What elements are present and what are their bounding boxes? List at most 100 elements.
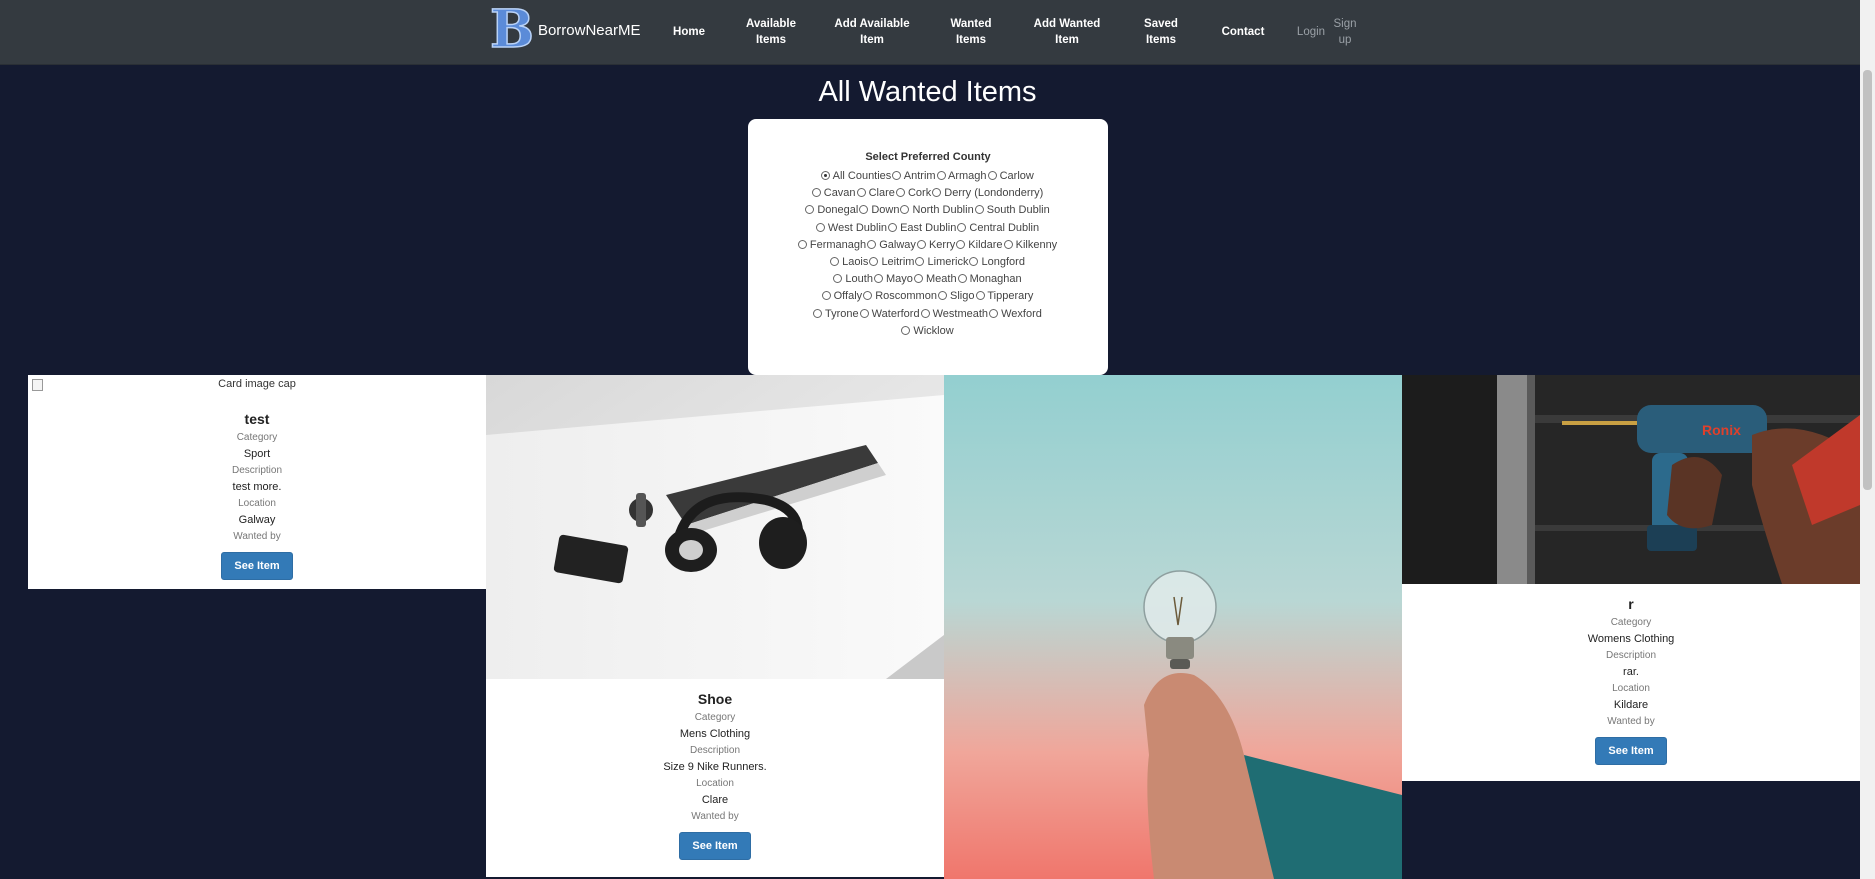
nav-available-items[interactable]: Available Items <box>738 0 804 64</box>
county-option[interactable]: East Dublin <box>888 222 956 234</box>
county-radio[interactable] <box>797 239 807 249</box>
nav-contact[interactable]: Contact <box>1218 0 1268 64</box>
county-option[interactable]: Derry (Londonderry) <box>932 187 1043 199</box>
scrollbar-thumb[interactable] <box>1863 70 1872 490</box>
county-radio[interactable] <box>815 222 825 232</box>
county-option[interactable]: Kilkenny <box>1003 239 1057 251</box>
county-radio[interactable] <box>873 274 883 284</box>
county-option[interactable]: Central Dublin <box>957 222 1039 234</box>
county-option[interactable]: Fermanagh <box>797 239 866 251</box>
county-option[interactable]: All Counties <box>821 170 891 182</box>
county-radio[interactable] <box>805 205 815 215</box>
county-radio[interactable] <box>888 222 898 232</box>
county-option[interactable]: Monaghan <box>957 273 1022 285</box>
see-item-button[interactable]: See Item <box>679 832 751 860</box>
county-radio[interactable] <box>957 222 967 232</box>
county-option[interactable]: Kerry <box>916 239 955 251</box>
nav-wanted-items[interactable]: Wanted Items <box>946 0 996 64</box>
county-radio[interactable] <box>895 188 905 198</box>
county-option[interactable]: Westmeath <box>920 308 988 320</box>
county-radio[interactable] <box>869 257 879 266</box>
nav-home[interactable]: Home <box>668 0 710 64</box>
county-option[interactable]: Louth <box>833 273 873 285</box>
county-radio[interactable] <box>989 308 999 318</box>
county-radio[interactable] <box>975 291 985 301</box>
county-label: Offaly <box>833 290 863 303</box>
card-location: Kildare <box>1613 699 1649 711</box>
county-radio[interactable] <box>811 188 821 198</box>
county-radio[interactable] <box>936 171 946 180</box>
county-option[interactable]: Donegal <box>805 204 858 216</box>
county-label: Roscommon <box>875 290 937 303</box>
county-filter: Select Preferred County All Counties Ant… <box>748 119 1108 375</box>
brand-name[interactable]: BorrowNearME <box>538 22 641 39</box>
county-radio[interactable] <box>956 239 966 249</box>
see-item-button[interactable]: See Item <box>1595 737 1667 765</box>
county-radio[interactable] <box>821 171 831 180</box>
county-option[interactable]: Down <box>859 204 899 216</box>
county-radio[interactable] <box>859 205 869 215</box>
county-radio[interactable] <box>859 308 869 318</box>
county-option[interactable]: North Dublin <box>900 204 974 216</box>
county-option[interactable]: Waterford <box>859 307 920 320</box>
county-radio[interactable] <box>913 274 923 284</box>
county-option[interactable]: Antrim <box>892 170 936 182</box>
county-option[interactable]: West Dublin <box>815 222 887 234</box>
county-option[interactable]: Laois <box>830 256 868 268</box>
county-option[interactable]: Galway <box>867 239 916 251</box>
county-radio[interactable] <box>813 308 823 318</box>
see-item-button[interactable]: See Item <box>221 552 293 580</box>
county-radio[interactable] <box>830 257 840 266</box>
county-option[interactable]: Sligo <box>937 290 975 302</box>
page-scrollbar[interactable] <box>1860 0 1875 879</box>
nav-add-wanted-item[interactable]: Add Wanted Item <box>1030 0 1104 64</box>
county-option[interactable]: Leitrim <box>869 256 914 268</box>
county-radio[interactable] <box>957 274 967 284</box>
county-radio[interactable] <box>932 188 942 198</box>
county-radio[interactable] <box>833 274 843 284</box>
county-option[interactable]: Wexford <box>989 308 1042 320</box>
nav-add-available-item[interactable]: Add Available Item <box>832 0 912 64</box>
nav-signup[interactable]: Sign up <box>1332 0 1358 64</box>
county-option[interactable]: Tyrone <box>813 308 859 320</box>
county-option[interactable]: South Dublin <box>974 204 1050 216</box>
county-radio[interactable] <box>969 257 979 266</box>
county-option[interactable]: Kildare <box>956 238 1003 251</box>
county-option[interactable]: Limerick <box>915 256 968 268</box>
county-radio[interactable] <box>856 188 866 198</box>
county-radio[interactable] <box>821 291 831 301</box>
svg-text:Ronix: Ronix <box>1702 422 1741 438</box>
county-row: Wicklow <box>748 325 1108 337</box>
county-radio[interactable] <box>920 308 930 318</box>
county-radio[interactable] <box>900 205 910 215</box>
county-option[interactable]: Cork <box>895 187 931 199</box>
county-radio[interactable] <box>974 205 984 215</box>
county-option[interactable]: Cavan <box>811 187 856 199</box>
county-option[interactable]: Armagh <box>936 170 987 182</box>
county-radio[interactable] <box>937 291 947 301</box>
county-label: Kildare <box>968 238 1003 251</box>
county-radio[interactable] <box>892 171 902 180</box>
county-option[interactable]: Clare <box>856 187 895 199</box>
county-option[interactable]: Carlow <box>987 170 1034 182</box>
nav-saved-items[interactable]: Saved Items <box>1138 0 1184 64</box>
county-option[interactable]: Tipperary <box>975 290 1033 302</box>
county-filter-title: Select Preferred County <box>865 151 991 163</box>
county-radio[interactable] <box>915 257 925 266</box>
county-option[interactable]: Meath <box>913 273 957 285</box>
county-radio[interactable] <box>901 325 911 335</box>
county-option[interactable]: Roscommon <box>863 290 937 302</box>
brand[interactable]: B BorrowNearME <box>489 3 641 57</box>
nav-login[interactable]: Login <box>1294 0 1328 64</box>
county-option[interactable]: Longford <box>969 256 1025 268</box>
county-option[interactable]: Offaly <box>821 290 863 303</box>
county-radio[interactable] <box>863 291 873 301</box>
county-option[interactable]: Wicklow <box>901 325 954 337</box>
county-radio[interactable] <box>916 239 926 249</box>
county-radio[interactable] <box>987 171 997 180</box>
brand-logo[interactable]: B <box>489 3 534 57</box>
county-label: Waterford <box>871 307 920 320</box>
county-radio[interactable] <box>1003 239 1013 249</box>
county-option[interactable]: Mayo <box>873 273 913 285</box>
county-radio[interactable] <box>867 239 877 249</box>
